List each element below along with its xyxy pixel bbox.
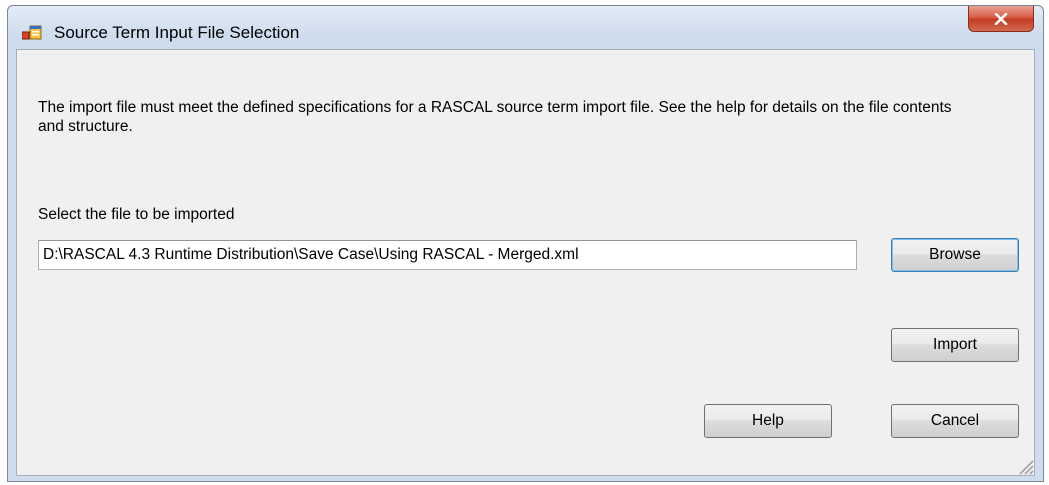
window-title: Source Term Input File Selection [54,23,300,42]
resize-grip-icon[interactable] [1014,455,1034,475]
help-button[interactable]: Help [704,404,832,438]
import-button[interactable]: Import [891,328,1019,362]
close-icon [994,12,1008,25]
cancel-button[interactable]: Cancel [891,404,1019,438]
dialog-client-area: The import file must meet the defined sp… [16,49,1035,476]
browse-button[interactable]: Browse [891,238,1019,272]
title-bar[interactable]: Source Term Input File Selection [8,6,1043,54]
dialog-window: Source Term Input File Selection The imp… [7,5,1044,482]
file-path-input[interactable] [38,240,857,270]
select-file-label: Select the file to be imported [38,206,235,223]
description-text: The import file must meet the defined sp… [38,99,952,135]
dialog-app-icon [22,25,42,40]
close-button[interactable] [968,6,1034,32]
